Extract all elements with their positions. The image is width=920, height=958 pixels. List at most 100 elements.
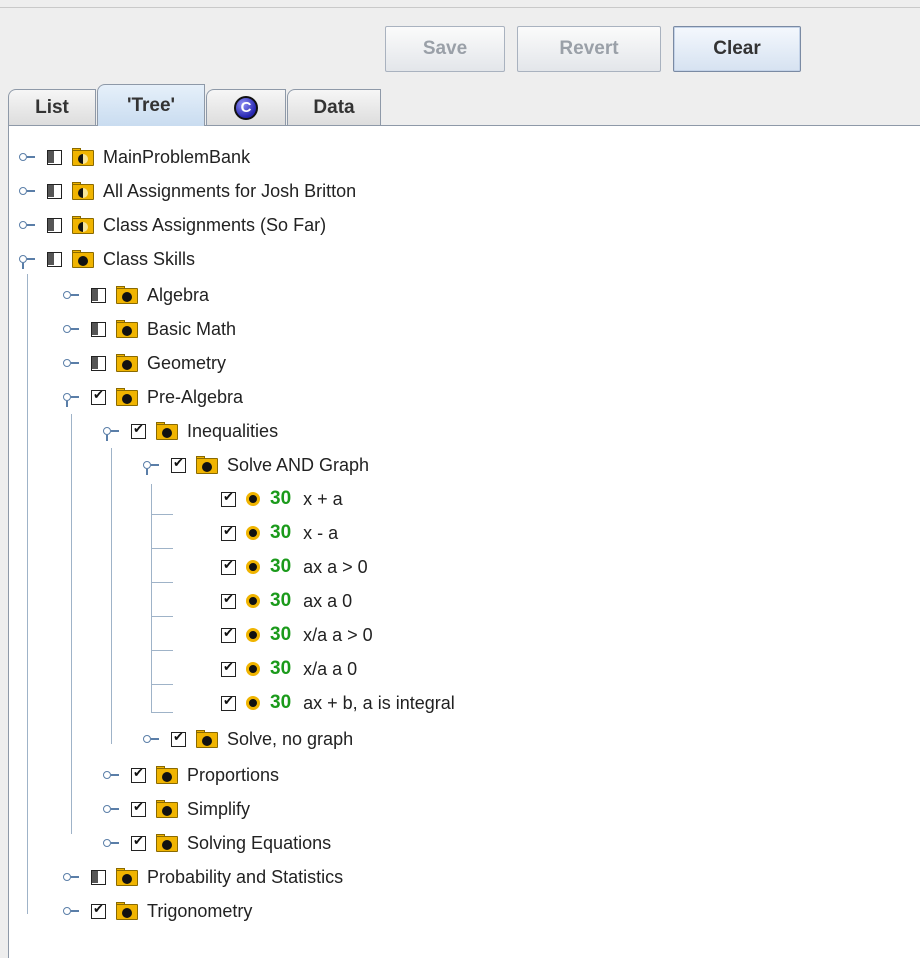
folder-icon [156,800,178,818]
tree-node-probability-statistics[interactable]: Probability and Statistics [63,862,343,892]
tab-data[interactable]: Data [287,89,381,125]
leaf-label: x - a [303,522,339,543]
collapse-handle-icon[interactable] [19,253,35,269]
node-label: Pre-Algebra [147,386,244,407]
tab-c[interactable]: C [206,89,286,125]
collapse-handle-icon[interactable] [63,391,79,407]
leaf-score: 30 [270,556,292,577]
tree-leaf[interactable]: 30 ax a 0 [221,586,352,616]
checkbox[interactable] [131,765,146,783]
tree-line [151,650,173,651]
checkbox[interactable] [221,625,236,643]
checkbox[interactable] [91,901,106,919]
expand-handle-icon[interactable] [63,323,79,335]
expand-handle-icon[interactable] [19,151,35,163]
tree-node-solving-equations[interactable]: Solving Equations [103,828,331,858]
checkbox[interactable] [221,659,236,677]
tab-tree[interactable]: 'Tree' [97,84,205,126]
c-circle-icon: C [234,95,258,120]
expand-handle-icon[interactable] [103,803,119,815]
collapse-handle-icon[interactable] [103,425,119,441]
expand-handle-icon[interactable] [63,357,79,369]
node-label: Simplify [187,798,251,819]
tree-line [151,616,173,617]
checkbox[interactable] [171,455,186,473]
node-label: MainProblemBank [103,146,251,167]
leaf-score: 30 [270,692,292,713]
collapse-handle-icon[interactable] [143,459,159,475]
folder-icon [116,902,138,920]
expand-handle-icon[interactable] [143,733,159,745]
problem-dot-icon [246,492,260,506]
tree-node-geometry[interactable]: Geometry [63,348,226,378]
tristate-checkbox[interactable] [91,321,106,337]
tristate-checkbox[interactable] [47,251,62,267]
expand-handle-icon[interactable] [63,905,79,917]
expand-handle-icon[interactable] [63,289,79,301]
tristate-checkbox[interactable] [91,287,106,303]
tree-node-main-problem-bank[interactable]: MainProblemBank [19,142,250,172]
tree-node-solve-no-graph[interactable]: Solve, no graph [143,724,353,754]
node-label: Class Skills [103,248,196,269]
checkbox[interactable] [221,557,236,575]
tree-node-solve-and-graph[interactable]: Solve AND Graph [143,450,369,480]
folder-icon [196,730,218,748]
folder-icon [116,354,138,372]
tree-node-all-assignments[interactable]: All Assignments for Josh Britton [19,176,356,206]
tree-node-trigonometry[interactable]: Trigonometry [63,896,252,926]
checkbox[interactable] [131,421,146,439]
expand-handle-icon[interactable] [19,219,35,231]
tree-node-pre-algebra[interactable]: Pre-Algebra [63,382,243,412]
tree-node-algebra[interactable]: Algebra [63,280,209,310]
tree-line [151,514,173,515]
tristate-checkbox[interactable] [91,355,106,371]
checkbox[interactable] [131,833,146,851]
tree-panel[interactable]: MainProblemBank All Assignments for Josh… [8,126,920,958]
folder-icon [72,216,94,234]
tab-data-label: Data [313,96,355,118]
checkbox[interactable] [221,591,236,609]
node-label: Algebra [147,284,210,305]
expand-handle-icon[interactable] [19,185,35,197]
tree-leaf[interactable]: 30 x - a [221,518,338,548]
tree-node-proportions[interactable]: Proportions [103,760,279,790]
folder-icon [156,766,178,784]
revert-button[interactable]: Revert [517,26,661,72]
tree-leaf[interactable]: 30 x + a [221,484,343,514]
tree-leaf[interactable]: 30 x/a a 0 [221,654,357,684]
tristate-checkbox[interactable] [47,217,62,233]
leaf-score: 30 [270,590,292,611]
tree-node-class-skills[interactable]: Class Skills [19,244,195,274]
tree-leaf[interactable]: 30 ax a > 0 [221,552,368,582]
checkbox[interactable] [221,523,236,541]
node-label: Solve AND Graph [227,454,370,475]
clear-button[interactable]: Clear [673,26,801,72]
tristate-checkbox[interactable] [47,183,62,199]
expand-handle-icon[interactable] [103,837,119,849]
tree-node-inequalities[interactable]: Inequalities [103,416,278,446]
tab-list[interactable]: List [8,89,96,125]
tree-node-simplify[interactable]: Simplify [103,794,250,824]
node-label: All Assignments for Josh Britton [103,180,357,201]
folder-icon [116,388,138,406]
node-label: Inequalities [187,420,279,441]
save-button[interactable]: Save [385,26,505,72]
checkbox[interactable] [221,489,236,507]
problem-dot-icon [246,526,260,540]
tree-leaf[interactable]: 30 x/a a > 0 [221,620,373,650]
tristate-checkbox[interactable] [47,149,62,165]
checkbox[interactable] [91,387,106,405]
leaf-label: ax a 0 [303,590,353,611]
tree-node-class-assignments[interactable]: Class Assignments (So Far) [19,210,326,240]
checkbox[interactable] [221,693,236,711]
checkbox[interactable] [171,729,186,747]
expand-handle-icon[interactable] [103,769,119,781]
tristate-checkbox[interactable] [91,869,106,885]
folder-icon [116,320,138,338]
tree-node-basic-math[interactable]: Basic Math [63,314,236,344]
tab-list-label: List [35,96,69,118]
tree-leaf[interactable]: 30 ax + b, a is integral [221,688,455,718]
folder-icon [72,148,94,166]
expand-handle-icon[interactable] [63,871,79,883]
checkbox[interactable] [131,799,146,817]
